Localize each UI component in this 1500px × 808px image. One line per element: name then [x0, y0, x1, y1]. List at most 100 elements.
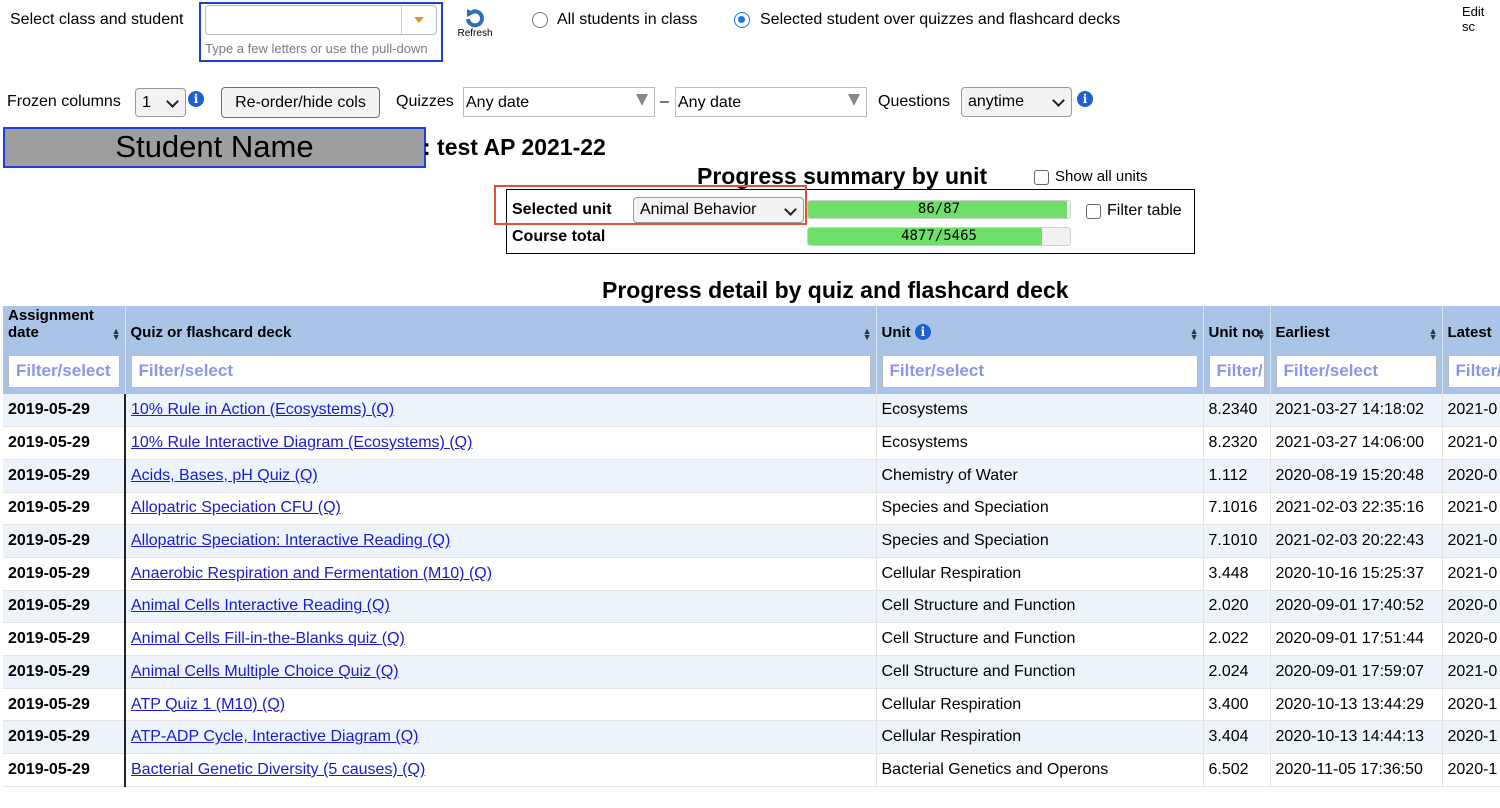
cell-earliest: 2020-10-13 14:44:13 [1270, 720, 1443, 755]
col-header-unit-no[interactable]: Unit no ▲ ▼ [1203, 306, 1271, 348]
questions-select[interactable]: anytime [961, 87, 1072, 117]
frozen-info-icon[interactable]: i [188, 91, 204, 107]
unit-info-icon[interactable]: i [914, 324, 931, 340]
table-row: 2019-05-29 Bacterial Genetic Diversity (5… [3, 753, 1500, 787]
cell-quiz: Animal Cells Fill-in-the-Blanks quiz (Q) [125, 622, 877, 656]
unit-progress-bar: 86/87 [807, 200, 1071, 219]
cell-latest: 2021-0 [1442, 426, 1500, 460]
cell-unit: Chemistry of Water [876, 459, 1204, 493]
quiz-date-to-select[interactable]: Any date [675, 87, 867, 117]
cell-earliest: 2020-10-13 13:44:29 [1270, 688, 1443, 722]
edit-link[interactable]: Edit sc [1462, 4, 1500, 34]
cell-unit: Cell Structure and Function [876, 655, 1204, 689]
quizzes-label: Quizzes [396, 93, 454, 110]
cell-unit: Cellular Respiration [876, 688, 1204, 722]
col-header-earliest[interactable]: Earliest ▲ ▼ [1270, 306, 1443, 348]
cell-assignment-date: 2019-05-29 [3, 394, 126, 428]
show-all-units-checkbox[interactable] [1034, 170, 1049, 185]
table-row: 2019-05-29 Animal Cells Interactive Readi… [3, 590, 1500, 624]
quiz-link[interactable]: Allopatric Speciation CFU (Q) [131, 499, 341, 516]
cell-unit: Bacterial Genetics and Operons [876, 753, 1204, 787]
date-to-value: Any date [678, 94, 742, 111]
quiz-link[interactable]: 10% Rule in Action (Ecosystems) (Q) [131, 401, 394, 418]
col-header-latest[interactable]: Latest [1442, 306, 1500, 348]
col-header-quiz[interactable]: Quiz or flashcard deck ▲ ▼ [125, 306, 877, 348]
cell-assignment-date: 2019-05-29 [3, 459, 126, 493]
class-input-hint: Type a few letters or use the pull-down [205, 41, 428, 56]
cell-latest: 2021-0 [1442, 557, 1500, 591]
col-header-label: Unit no [1208, 324, 1261, 341]
quiz-link[interactable]: ATP-ADP Cycle, Interactive Diagram (Q) [131, 728, 418, 745]
unit-progress-text: 86/87 [917, 201, 961, 217]
filter-latest[interactable] [1447, 354, 1500, 388]
filter-unit[interactable] [881, 354, 1198, 388]
sort-icon: ▲ ▼ [1189, 326, 1199, 342]
radio-selected-student[interactable] [734, 12, 750, 28]
filter-unit-no[interactable] [1208, 354, 1265, 388]
chevron-down-icon [784, 203, 797, 216]
selected-unit-label: Selected unit [512, 201, 612, 218]
quiz-link[interactable]: Bacterial Genetic Diversity (5 causes) (… [131, 761, 425, 778]
cell-latest: 2020-1 [1442, 720, 1500, 755]
table-row: 2019-05-29 ATP Quiz 1 (M10) (Q) Cellular R… [3, 688, 1500, 722]
cell-quiz: Animal Cells Multiple Choice Quiz (Q) [125, 655, 877, 689]
cell-unit-no: 2.022 [1203, 622, 1271, 656]
refresh-button[interactable]: Refresh [455, 8, 495, 39]
quiz-link[interactable]: Animal Cells Fill-in-the-Blanks quiz (Q) [131, 630, 405, 647]
cell-earliest: 2020-09-01 17:40:52 [1270, 590, 1443, 624]
cell-unit-no: 2.024 [1203, 655, 1271, 689]
quiz-link[interactable]: Anaerobic Respiration and Fermentation (… [131, 565, 492, 582]
dropdown-arrow-icon[interactable] [401, 6, 436, 34]
cell-unit-no: 6.502 [1203, 753, 1271, 787]
reorder-hide-cols-button[interactable]: Re-order/hide cols [221, 87, 380, 118]
questions-info-icon[interactable]: i [1077, 91, 1093, 107]
student-name-banner: Student Name [3, 127, 426, 168]
col-header-label: Assignment date [8, 307, 94, 341]
cell-latest: 2021-0 [1442, 655, 1500, 689]
quiz-date-from-select[interactable]: Any date [463, 87, 655, 117]
table-row: 2019-05-29 10% Rule Interactive Diagram (… [3, 426, 1500, 460]
cell-quiz: Bacterial Genetic Diversity (5 causes) (… [125, 753, 877, 787]
frozen-columns-select[interactable]: 1 [135, 88, 186, 117]
cell-unit: Cell Structure and Function [876, 590, 1204, 624]
chevron-down-icon [1052, 94, 1065, 107]
course-total-label: Course total [512, 228, 606, 245]
class-student-combobox[interactable] [205, 5, 437, 35]
questions-label: Questions [878, 93, 951, 110]
frozen-columns-value: 1 [142, 93, 151, 111]
table-row: 2019-05-29 Acids, Bases, pH Quiz (Q) Chemi… [3, 459, 1500, 493]
quiz-link[interactable]: Animal Cells Multiple Choice Quiz (Q) [131, 663, 399, 680]
cell-earliest: 2021-03-27 14:06:00 [1270, 426, 1443, 460]
cell-quiz: ATP Quiz 1 (M10) (Q) [125, 688, 877, 722]
cell-unit-no: 7.1010 [1203, 524, 1271, 558]
quiz-link[interactable]: 10% Rule Interactive Diagram (Ecosystems… [131, 434, 472, 451]
quiz-link[interactable]: Allopatric Speciation: Interactive Readi… [131, 532, 450, 549]
cell-earliest: 2021-03-27 14:18:02 [1270, 394, 1443, 428]
selected-unit-select[interactable]: Animal Behavior [633, 197, 804, 223]
filter-table-checkbox[interactable] [1086, 204, 1101, 219]
class-student-input[interactable] [210, 7, 404, 35]
col-header-assignment-date[interactable]: Assignment date ▲ ▼ [3, 306, 126, 348]
radio-all-students[interactable] [532, 12, 548, 28]
cell-quiz: Animal Cells Interactive Reading (Q) [125, 590, 877, 624]
quiz-link[interactable]: Animal Cells Interactive Reading (Q) [131, 597, 390, 614]
cell-unit-no: 8.2320 [1203, 426, 1271, 460]
cell-assignment-date: 2019-05-29 [3, 622, 126, 656]
filter-quiz[interactable] [130, 354, 871, 388]
cell-earliest: 2021-02-03 20:22:43 [1270, 524, 1443, 558]
show-all-units-label: Show all units [1055, 168, 1148, 185]
cell-unit-no: 2.020 [1203, 590, 1271, 624]
filter-assignment-date[interactable] [8, 354, 120, 388]
cell-quiz: ATP-ADP Cycle, Interactive Diagram (Q) [125, 720, 877, 755]
quiz-link[interactable]: ATP Quiz 1 (M10) (Q) [131, 696, 285, 713]
cell-unit: Species and Speciation [876, 524, 1204, 558]
col-header-label: Quiz or flashcard deck [130, 324, 292, 341]
cell-earliest: 2020-11-05 17:36:50 [1270, 753, 1443, 787]
quiz-link[interactable]: Acids, Bases, pH Quiz (Q) [131, 467, 318, 484]
cell-unit-no: 8.2340 [1203, 394, 1271, 428]
cell-assignment-date: 2019-05-29 [3, 557, 126, 591]
cell-assignment-date: 2019-05-29 [3, 426, 126, 460]
col-header-unit[interactable]: Unit i ▲ ▼ [876, 306, 1204, 348]
filter-earliest[interactable] [1275, 354, 1437, 388]
col-header-label: Unit [881, 324, 911, 341]
